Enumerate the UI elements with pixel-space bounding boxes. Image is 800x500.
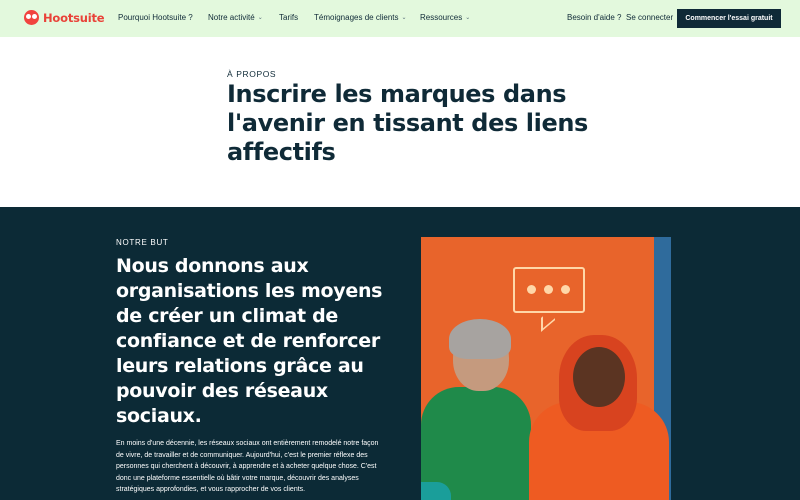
- bubble-dot: [561, 285, 570, 294]
- person-right-head: [573, 347, 625, 407]
- top-nav: Hootsuite Pourquoi Hootsuite ? Notre act…: [0, 0, 800, 37]
- owl-logo-icon: [24, 10, 39, 25]
- nav-item-pricing[interactable]: Tarifs: [279, 13, 298, 22]
- mission-title: Nous donnons aux organisations les moyen…: [116, 255, 383, 427]
- help-link[interactable]: Besoin d'aide ?: [567, 13, 621, 22]
- mission-body: En moins d'une décennie, les réseaux soc…: [116, 440, 379, 493]
- nav-item-activity[interactable]: Notre activité ⌄: [208, 13, 263, 22]
- chevron-down-icon: ⌄: [257, 15, 263, 21]
- chevron-down-icon: ⌄: [465, 15, 471, 21]
- bubble-dot: [527, 285, 536, 294]
- chat-bubble-icon: [513, 267, 585, 313]
- nav-item-testimonials[interactable]: Témoignages de clients ⌄: [314, 13, 407, 22]
- logo-text: Hootsuite: [43, 10, 105, 25]
- page-title: Inscrire les marques dans l'avenir en ti…: [227, 80, 588, 166]
- nav-item-label: Ressources: [420, 13, 463, 22]
- nav-item-label: Notre activité: [208, 13, 255, 22]
- nav-item-resources[interactable]: Ressources ⌄: [420, 13, 470, 22]
- nav-item-label: Témoignages de clients: [314, 13, 399, 22]
- start-trial-button[interactable]: Commencer l'essai gratuit: [677, 9, 781, 28]
- bubble-dot: [544, 285, 553, 294]
- login-link[interactable]: Se connecter: [626, 13, 673, 22]
- nav-item-label: Tarifs: [279, 13, 299, 22]
- team-photo: [421, 237, 671, 500]
- hootsuite-logo[interactable]: Hootsuite: [24, 10, 105, 25]
- nav-item-label: Pourquoi Hootsuite ?: [118, 13, 193, 22]
- mission-eyebrow: NOTRE BUT: [116, 238, 169, 247]
- person-left-hair: [449, 319, 511, 359]
- chevron-down-icon: ⌄: [401, 15, 407, 21]
- nav-item-why-hootsuite[interactable]: Pourquoi Hootsuite ?: [118, 13, 193, 22]
- section-eyebrow: À PROPOS: [227, 69, 277, 79]
